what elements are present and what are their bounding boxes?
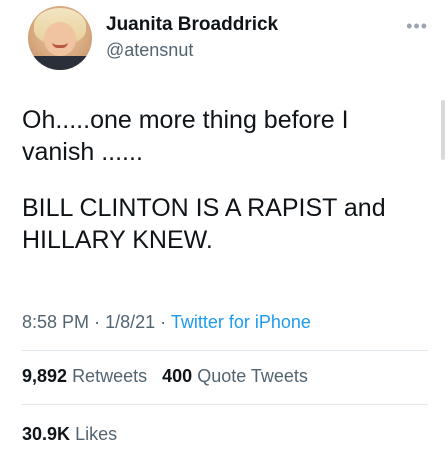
meta-separator: ·: [94, 312, 101, 332]
divider: [22, 404, 428, 405]
divider: [22, 350, 428, 351]
likes-count: 30.9K: [22, 424, 71, 444]
tweet-date[interactable]: 1/8/21: [105, 312, 155, 332]
likes-stat[interactable]: 30.9K Likes: [22, 424, 117, 445]
tweet-time[interactable]: 8:58 PM: [22, 312, 89, 332]
quote-tweets-count: 400: [162, 366, 193, 386]
tweet-text-line1: Oh.....one more thing before I vanish ..…: [22, 106, 349, 166]
avatar[interactable]: [28, 6, 92, 70]
likes-label: Likes: [75, 424, 118, 444]
avatar-face: [44, 22, 76, 56]
engagement-stats: 9,892 Retweets 400 Quote Tweets: [22, 366, 308, 387]
retweets-label: Retweets: [72, 366, 148, 386]
tweet-meta: 8:58 PM · 1/8/21 · Twitter for iPhone: [22, 312, 311, 333]
retweets-stat[interactable]: 9,892 Retweets: [22, 366, 152, 386]
avatar-shirt: [28, 56, 92, 70]
tweet-text: Oh.....one more thing before I vanish ..…: [22, 104, 422, 280]
quote-tweets-label: Quote Tweets: [197, 366, 308, 386]
user-handle[interactable]: @atensnut: [106, 40, 193, 61]
retweets-count: 9,892: [22, 366, 68, 386]
scrollbar[interactable]: [441, 100, 445, 160]
tweet-card: Juanita Broaddrick @atensnut ••• Oh.....…: [0, 0, 448, 450]
meta-separator: ·: [160, 312, 167, 332]
more-horizontal-icon[interactable]: •••: [406, 16, 428, 37]
quote-tweets-stat[interactable]: 400 Quote Tweets: [162, 366, 308, 386]
tweet-source-link[interactable]: Twitter for iPhone: [171, 312, 311, 332]
tweet-text-line2: BILL CLINTON IS A RAPIST and HILLARY KNE…: [22, 194, 386, 254]
display-name[interactable]: Juanita Broaddrick: [106, 14, 278, 36]
